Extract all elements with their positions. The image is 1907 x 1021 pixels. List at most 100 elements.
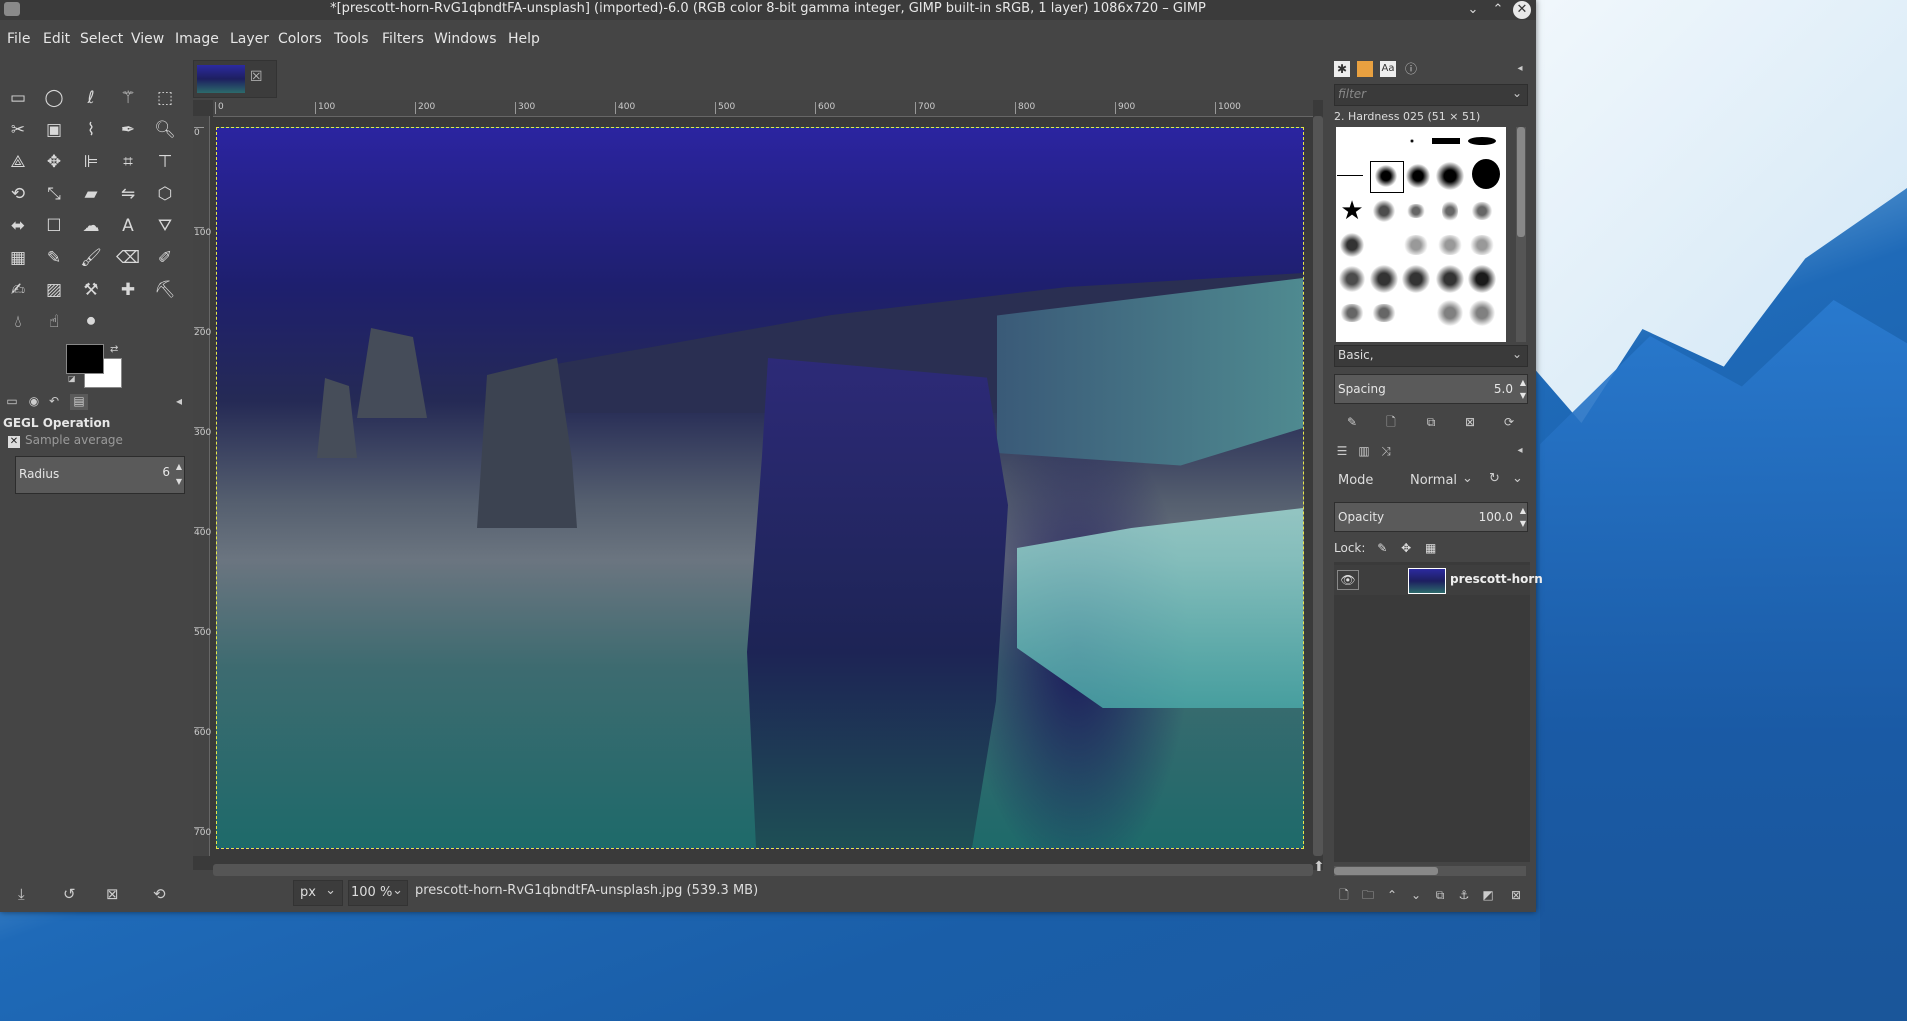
radius-spinner[interactable]: Radius 6 ▲ ▼ xyxy=(15,456,185,494)
delete-options-icon[interactable]: ⊠ xyxy=(106,885,119,903)
unified-transform-icon[interactable]: ⊤ xyxy=(152,149,178,175)
scrollbar-thumb[interactable] xyxy=(1517,127,1525,237)
brush-item[interactable] xyxy=(1338,231,1366,259)
opacity-spinner[interactable]: Opacity 100.0 ▲ ▼ xyxy=(1334,502,1528,532)
menu-edit[interactable]: Edit xyxy=(43,31,70,47)
spinner-arrows-icon[interactable]: ▲ ▼ xyxy=(1520,504,1526,530)
brush-preset-select[interactable]: Basic, ⌄ xyxy=(1334,345,1528,367)
spinner-arrows-icon[interactable]: ▲ ▼ xyxy=(176,459,182,489)
close-button[interactable]: ✕ xyxy=(1513,1,1531,19)
brush-item[interactable] xyxy=(1436,299,1464,327)
ellipse-select-icon[interactable]: ◯ xyxy=(41,85,67,111)
zoom-icon[interactable]: 🔍︎ xyxy=(152,117,178,143)
brush-item[interactable] xyxy=(1468,197,1496,225)
reset-options-icon[interactable]: ⟲ xyxy=(153,885,166,903)
bucket-fill-icon[interactable]: ⛛ xyxy=(152,213,178,239)
color-picker-icon[interactable]: ✒ xyxy=(115,117,141,143)
save-options-icon[interactable]: ⤓ xyxy=(18,885,25,903)
configure-tab-icon[interactable]: ◂ xyxy=(1512,61,1528,77)
brush-item[interactable] xyxy=(1436,197,1464,225)
crop-icon[interactable]: ⌗ xyxy=(115,149,141,175)
fuzzy-select-icon[interactable]: ⚚ xyxy=(115,85,141,111)
ink-icon[interactable]: ✍ xyxy=(5,277,31,303)
brush-item[interactable] xyxy=(1432,127,1460,155)
dodge-burn-icon[interactable]: ⚫ xyxy=(78,309,104,335)
brush-item[interactable] xyxy=(1468,299,1496,327)
raise-layer-icon[interactable]: ⌃ xyxy=(1384,887,1400,903)
undo-history-tab-icon[interactable]: ↶ xyxy=(45,394,63,410)
vertical-scrollbar[interactable] xyxy=(1313,116,1323,856)
eraser-icon[interactable]: ⌫ xyxy=(115,245,141,271)
chevron-down-icon[interactable]: ⌄ xyxy=(1462,471,1473,486)
close-icon[interactable]: ✕ xyxy=(8,436,20,448)
brush-item[interactable] xyxy=(1402,231,1430,259)
menu-tools[interactable]: Tools xyxy=(334,31,369,47)
mode-value[interactable]: Normal xyxy=(1410,473,1457,488)
new-layer-group-icon[interactable]: 🗀︎ xyxy=(1360,887,1376,903)
edit-brush-icon[interactable]: ✎ xyxy=(1344,414,1360,430)
visibility-eye-icon[interactable]: 👁︎ xyxy=(1337,570,1359,590)
brush-item[interactable] xyxy=(1468,265,1496,293)
brush-grid[interactable]: ★ xyxy=(1336,127,1506,342)
mypaint-brush-icon[interactable]: ▨ xyxy=(41,277,67,303)
brush-item[interactable] xyxy=(1402,265,1430,293)
perspective-icon[interactable]: ⬡ xyxy=(152,181,178,207)
new-brush-icon[interactable]: 🗋︎ xyxy=(1383,414,1399,430)
warp-transform-icon[interactable]: ☐ xyxy=(41,213,67,239)
paths-icon[interactable]: ⌇ xyxy=(78,117,104,143)
airbrush-icon[interactable]: ✐ xyxy=(152,245,178,271)
layer-mask-icon[interactable]: ◩ xyxy=(1480,887,1496,903)
delete-layer-icon[interactable]: ⊠ xyxy=(1508,887,1524,903)
brush-item[interactable] xyxy=(1402,197,1430,225)
menu-filters[interactable]: Filters xyxy=(382,31,424,47)
text-icon[interactable]: A xyxy=(115,213,141,239)
menu-file[interactable]: File xyxy=(7,31,30,47)
brush-item[interactable] xyxy=(1436,265,1464,293)
brush-item[interactable] xyxy=(1338,299,1366,327)
rotate-icon[interactable]: ⟲ xyxy=(5,181,31,207)
heal-icon[interactable]: ✚ xyxy=(115,277,141,303)
align-icon[interactable]: ⊫ xyxy=(78,149,104,175)
cage-transform-icon[interactable]: ⬌ xyxy=(5,213,31,239)
pencil-icon[interactable]: ✎ xyxy=(41,245,67,271)
scissors-icon[interactable]: ✂ xyxy=(5,117,31,143)
menu-help[interactable]: Help xyxy=(508,31,540,47)
configure-tab-icon[interactable]: ◂ xyxy=(170,394,188,410)
zoom-selector[interactable]: 100 % ⌄ xyxy=(348,880,408,906)
foreground-color-swatch[interactable] xyxy=(66,344,104,374)
menu-colors[interactable]: Colors xyxy=(278,31,322,47)
layer-row[interactable]: 👁︎ prescott-horn xyxy=(1334,565,1543,595)
channels-tab-icon[interactable]: ▥ xyxy=(1356,443,1372,459)
rect-select-icon[interactable]: ▭ xyxy=(5,85,31,111)
brush-item[interactable] xyxy=(1336,161,1364,189)
lock-pixels-icon[interactable]: ✎ xyxy=(1377,541,1387,555)
move-icon[interactable]: ✥ xyxy=(41,149,67,175)
help-icon[interactable]: ⓘ xyxy=(1403,61,1419,77)
unit-selector[interactable]: px ⌄ xyxy=(293,880,343,906)
brush-item[interactable] xyxy=(1398,127,1426,155)
brush-item[interactable] xyxy=(1468,127,1496,155)
brush-scrollbar[interactable] xyxy=(1516,127,1526,342)
brush-item[interactable] xyxy=(1436,162,1464,190)
fonts-tab-icon[interactable]: Aa xyxy=(1380,61,1396,77)
menu-select[interactable]: Select xyxy=(80,31,123,47)
flip-icon[interactable]: ⇋ xyxy=(115,181,141,207)
shear-icon[interactable]: ▰ xyxy=(78,181,104,207)
refresh-brushes-icon[interactable]: ⟳ xyxy=(1501,414,1517,430)
patterns-tab-icon[interactable] xyxy=(1357,61,1373,77)
images-tab-icon[interactable]: ▤ xyxy=(70,394,88,410)
brush-item[interactable] xyxy=(1370,265,1398,293)
free-select-icon[interactable]: ℓ xyxy=(78,85,104,111)
layers-tab-icon[interactable]: ☰ xyxy=(1334,443,1350,459)
brush-filter-field[interactable]: filter ⌄ xyxy=(1334,84,1528,106)
layers-horizontal-scrollbar[interactable] xyxy=(1334,866,1526,876)
layer-name[interactable]: prescott-horn xyxy=(1450,572,1543,586)
delete-brush-icon[interactable]: ⊠ xyxy=(1462,414,1478,430)
gradient-icon[interactable]: ▦ xyxy=(5,245,31,271)
navigate-icon[interactable]: ⬆ xyxy=(1313,859,1325,875)
swap-colors-icon[interactable]: ⇄ xyxy=(110,344,118,355)
chevron-down-icon[interactable]: ⌄ xyxy=(1512,471,1523,486)
handle-transform-icon[interactable]: ☁ xyxy=(78,213,104,239)
new-layer-icon[interactable]: 🗋︎ xyxy=(1336,887,1352,903)
layer-composite-icon[interactable]: ↻ xyxy=(1489,471,1500,486)
